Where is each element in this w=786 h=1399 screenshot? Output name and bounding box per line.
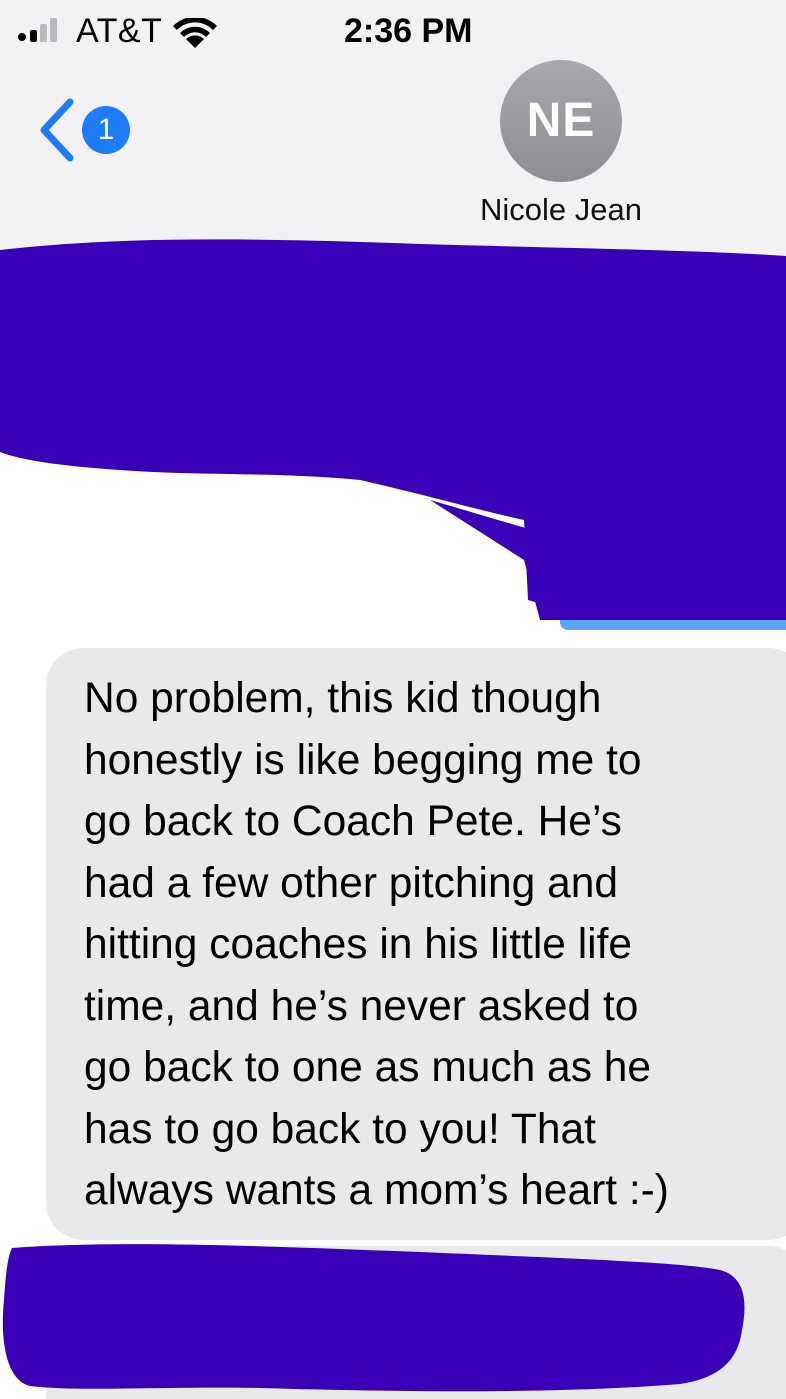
unread-count-badge: 1: [82, 106, 130, 154]
status-bar: AT&T 2:36 PM: [0, 0, 786, 64]
back-button[interactable]: 1: [30, 96, 140, 166]
clock-time: 2:36 PM: [344, 12, 473, 50]
contact-name[interactable]: Nicole Jean: [400, 192, 722, 228]
incoming-message-bubble-2[interactable]: [46, 1246, 786, 1399]
messages-screen: AT&T 2:36 PM 1 NE Nicole Jean No problem…: [0, 0, 786, 1399]
chevron-left-icon: [40, 98, 74, 162]
contact-avatar[interactable]: NE: [500, 60, 622, 182]
outgoing-message-bubble[interactable]: [560, 600, 786, 630]
message-text: No problem, this kid though honestly is …: [84, 675, 669, 1214]
conversation-header: AT&T 2:36 PM 1 NE Nicole Jean: [0, 0, 786, 256]
